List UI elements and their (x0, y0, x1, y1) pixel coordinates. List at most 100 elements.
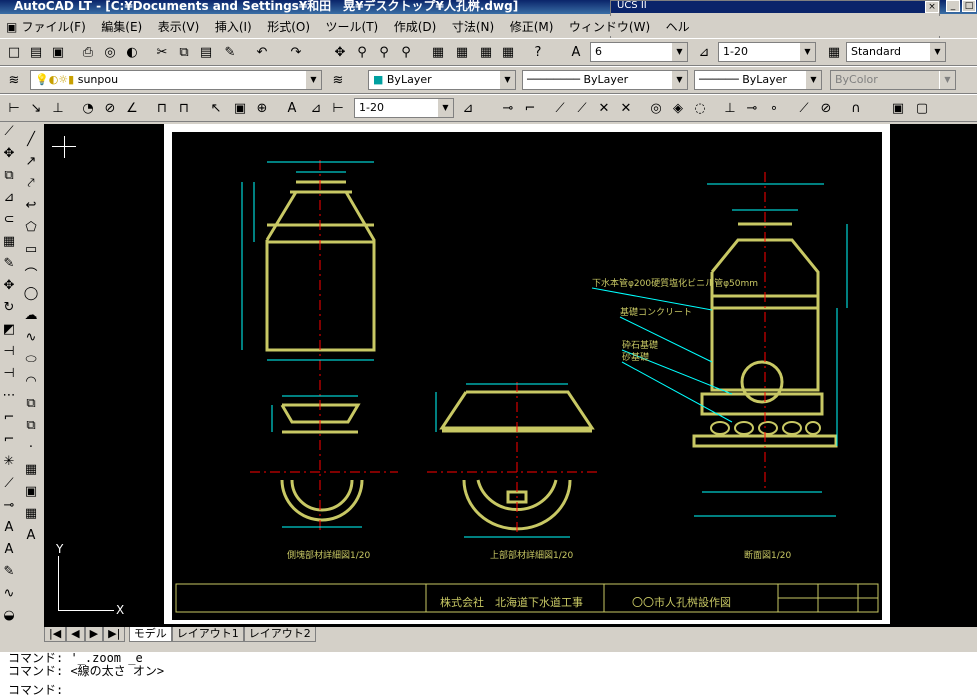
menu-file[interactable]: ファイル(F) (16, 16, 92, 37)
text-style-icon[interactable]: A (566, 42, 586, 62)
new-icon[interactable]: □ (4, 42, 24, 62)
publish-icon[interactable]: ◐ (122, 42, 142, 62)
menu-view[interactable]: 表示(V) (152, 16, 206, 37)
dim-angular-icon[interactable]: ∠ (122, 98, 142, 118)
app-icon[interactable]: ▣ (0, 18, 17, 36)
paste-icon[interactable]: ▤ (196, 42, 216, 62)
mirror-icon[interactable]: ⊿ (0, 190, 18, 212)
make-current-icon[interactable]: ≋ (328, 70, 348, 90)
extend-icon[interactable]: ⊣ (0, 344, 18, 366)
mtext-icon[interactable]: A (0, 542, 18, 564)
dim-ordinate-icon[interactable]: ⊥ (48, 98, 68, 118)
restore-icon[interactable]: □ (962, 0, 976, 12)
hatch-draw-icon[interactable]: ▦ (22, 462, 40, 484)
dim-style-manager-icon[interactable]: ⊿ (458, 98, 478, 118)
preview-icon[interactable]: ◎ (100, 42, 120, 62)
chevron-down-icon[interactable]: ▼ (671, 71, 687, 89)
chamfer-icon[interactable]: ⌐ (0, 410, 18, 432)
layer-manager-icon[interactable]: ≋ (4, 70, 24, 90)
chevron-down-icon[interactable]: ▼ (799, 43, 815, 61)
pan-icon[interactable]: ✥ (330, 42, 350, 62)
tab-layout1[interactable]: レイアウト1 (171, 627, 244, 642)
cut-icon[interactable]: ✂ (152, 42, 172, 62)
matchprop-icon[interactable]: ✎ (220, 42, 240, 62)
markup-icon[interactable]: ▦ (498, 42, 518, 62)
drawing-canvas[interactable]: 下水本管φ200硬質塩化ビニル管φ50mm 基礎コンクリート 砕石基礎 砂基礎 … (44, 124, 977, 627)
dim-linear-icon[interactable]: ⊢ (4, 98, 24, 118)
chevron-down-icon[interactable]: ▼ (437, 99, 453, 117)
erase-icon[interactable]: ✎ (0, 256, 18, 278)
redo-icon[interactable]: ↷ (286, 42, 306, 62)
point-icon[interactable]: · (22, 440, 40, 462)
move-icon[interactable]: ✥ (0, 146, 18, 168)
zoom-realtime-icon[interactable]: ⚲ (352, 42, 372, 62)
save-icon[interactable]: ▣ (48, 42, 68, 62)
dim-scale-combo[interactable]: 1-20 ▼ (354, 98, 454, 118)
menu-modify[interactable]: 修正(M) (504, 16, 560, 37)
array-icon[interactable]: ▦ (0, 234, 18, 256)
multiline-text-icon[interactable]: A (22, 528, 40, 550)
tab-prev-icon[interactable]: ◀ (66, 627, 85, 642)
open-icon[interactable]: ▤ (26, 42, 46, 62)
snap-endpoint-icon[interactable]: ⟋ (550, 98, 570, 118)
stretch-icon[interactable]: ✥ (0, 278, 18, 300)
rectangle-icon[interactable]: ▭ (22, 242, 40, 264)
leader-icon[interactable]: ↖ (206, 98, 226, 118)
tolerance-icon[interactable]: ▣ (230, 98, 250, 118)
designcenter-icon[interactable]: ▦ (452, 42, 472, 62)
trim-icon[interactable]: ⊣ (0, 366, 18, 388)
text-style-combo[interactable]: Standard ▼ (846, 42, 946, 62)
ray-icon[interactable]: ↗ (22, 154, 40, 176)
snap-center-icon[interactable]: ◎ (646, 98, 666, 118)
insert-block-icon[interactable]: ⧉ (22, 396, 40, 418)
make-block-icon[interactable]: ⧉ (22, 418, 40, 440)
table-style-icon[interactable]: ▦ (824, 42, 844, 62)
lineweight-combo[interactable]: ────── ByLayer ▼ (694, 70, 822, 90)
ellipse-icon[interactable]: ⬭ (22, 352, 40, 374)
chevron-down-icon[interactable]: ▼ (805, 71, 821, 89)
zoom-window-icon[interactable]: ⚲ (374, 42, 394, 62)
dim-diameter-icon[interactable]: ⊘ (100, 98, 120, 118)
snap-none-icon[interactable]: ⊘ (816, 98, 836, 118)
menu-edit[interactable]: 編集(E) (95, 16, 148, 37)
scale-combo[interactable]: 1-20 ▼ (718, 42, 816, 62)
snap-from-icon[interactable]: ⌐ (520, 98, 540, 118)
circle-icon[interactable]: ◯ (22, 286, 40, 308)
arc-icon[interactable]: ⌒ (22, 264, 40, 286)
menu-draw[interactable]: 作成(D) (388, 16, 443, 37)
dim-radius-icon[interactable]: ◔ (78, 98, 98, 118)
copy-icon[interactable]: ⧉ (174, 42, 194, 62)
command-prompt[interactable]: コマンド: (8, 684, 977, 697)
dim-style-icon[interactable]: ⊿ (694, 42, 714, 62)
dim-aligned-icon[interactable]: ↘ (26, 98, 46, 118)
snap-node-icon[interactable]: ∘ (764, 98, 784, 118)
revcloud-icon[interactable]: ☁ (22, 308, 40, 330)
rotate-icon[interactable]: ↻ (0, 300, 18, 322)
chevron-down-icon[interactable]: ▼ (305, 71, 321, 89)
edit-text-icon[interactable]: A (0, 520, 18, 542)
minimize-icon[interactable]: _ (946, 0, 960, 12)
region-icon[interactable]: ◒ (0, 608, 18, 630)
tab-next-icon[interactable]: ▶ (84, 627, 104, 642)
explode-icon[interactable]: ✳ (0, 454, 18, 476)
snap-temp-icon[interactable]: ⊸ (498, 98, 518, 118)
snap-perpendicular-icon[interactable]: ⊥ (720, 98, 740, 118)
tab-model[interactable]: モデル (128, 627, 172, 642)
spline-icon[interactable]: ∿ (22, 330, 40, 352)
scale-icon[interactable]: ◩ (0, 322, 18, 344)
properties-icon[interactable]: ▦ (428, 42, 448, 62)
gradient-icon[interactable]: ▣ (22, 484, 40, 506)
pedit-icon[interactable]: ✎ (0, 564, 18, 586)
print-icon[interactable]: ⎙ (78, 42, 98, 62)
menu-format[interactable]: 形式(O) (261, 16, 316, 37)
line-icon[interactable]: ╱ (22, 132, 40, 154)
dim-update-icon[interactable]: ⊢ (328, 98, 348, 118)
ellipse-arc-icon[interactable]: ◠ (22, 374, 40, 396)
offset-icon[interactable]: ⊂ (0, 212, 18, 234)
dim-baseline-icon[interactable]: ⊓ (152, 98, 172, 118)
command-window[interactable]: コマンド: '_.zoom _e コマンド: <線の太さ オン> コマンド: (0, 652, 977, 698)
tab-last-icon[interactable]: ▶| (103, 627, 126, 642)
snap-nearest-icon[interactable]: ⟋ (794, 98, 814, 118)
dim-continue-icon[interactable]: ⊓ (174, 98, 194, 118)
tab-first-icon[interactable]: |◀ (44, 627, 67, 642)
